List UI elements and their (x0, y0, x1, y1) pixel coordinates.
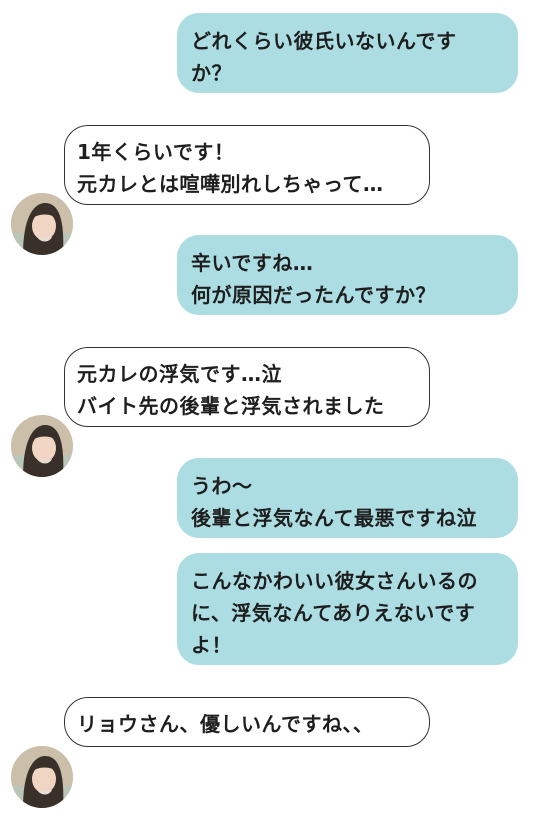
sent-message: こんなかわいい彼女さんいるの に、浮気なんてありえないです よ！ (177, 553, 518, 665)
contact-avatar[interactable] (11, 415, 73, 477)
sent-message: 辛いですね… 何が原因だったんですか？ (177, 235, 518, 315)
received-message: 元カレの浮気です…泣 バイト先の後輩と浮気されました (64, 347, 430, 427)
received-message: 1年くらいです！ 元カレとは喧嘩別れしちゃって… (64, 125, 430, 205)
avatar-photo-icon (11, 415, 73, 477)
received-message: リョウさん、優しいんですね、、 (64, 697, 430, 747)
contact-avatar[interactable] (11, 193, 73, 255)
sent-message: うわ〜 後輩と浮気なんて最悪ですね泣 (177, 458, 518, 538)
avatar-photo-icon (11, 193, 73, 255)
contact-avatar[interactable] (11, 746, 73, 808)
sent-message: どれくらい彼氏いないんです か？ (177, 13, 518, 93)
avatar-photo-icon (11, 746, 73, 808)
chat-thread: どれくらい彼氏いないんです か？ 1年くらいです！ 元カレとは喧嘩別れしちゃって… (0, 0, 540, 823)
